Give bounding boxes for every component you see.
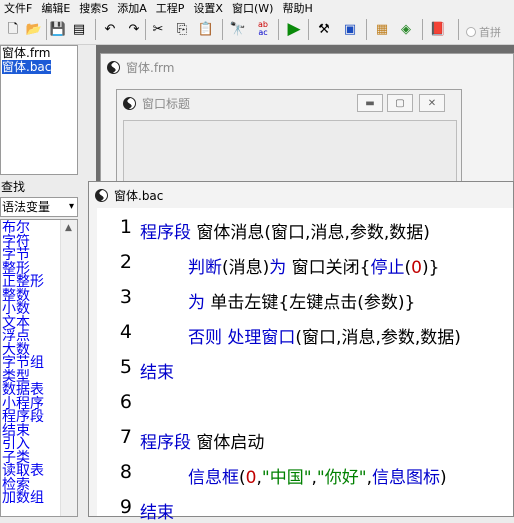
save-icon[interactable]: 💾	[48, 19, 68, 39]
menu-bar: 文件F 编辑E 搜索S 添加A 工程P 设置X 窗口(W) 帮助H	[0, 0, 514, 16]
menu-file[interactable]: 文件F	[0, 0, 37, 16]
file-item-bac[interactable]: 窗体.bac	[1, 60, 77, 74]
close-button[interactable]: ✕	[419, 94, 445, 112]
menu-project[interactable]: 工程P	[152, 0, 190, 16]
code-token: 单击左键{左键点击(参数)}	[205, 293, 416, 313]
code-token: "中国"	[261, 468, 312, 488]
radio-circle-icon	[466, 27, 476, 37]
code-token: )}	[421, 258, 440, 278]
line-number: 5	[119, 356, 132, 378]
menu-add[interactable]: 添加A	[113, 0, 152, 16]
code-window-title: 窗体.bac	[114, 188, 164, 203]
find-icon[interactable]: 🔭	[228, 19, 248, 39]
scroll-up-icon: ▲	[65, 223, 72, 233]
code-line: 信息框(0,"中国","你好",信息图标)	[188, 463, 447, 488]
minimize-button[interactable]: ▬	[357, 94, 383, 112]
file-list: 窗体.frm 窗体.bac	[0, 45, 78, 175]
open-folder-icon[interactable]: 📂	[24, 19, 44, 39]
code-token: 结束	[140, 503, 174, 523]
colors-icon[interactable]: ▦	[372, 19, 392, 39]
code-token: 0	[245, 468, 257, 488]
run-icon[interactable]: ▶	[284, 19, 304, 39]
search-label: 查找	[1, 180, 26, 194]
code-window[interactable]: 窗体.bac 1 程序段 窗体消息(窗口,消息,参数,数据) 2 判断(消息)为 窗口…	[88, 181, 514, 523]
menu-search[interactable]: 搜索S	[75, 0, 113, 16]
cut-icon[interactable]: ✂	[148, 19, 168, 39]
code-token: 否则	[188, 328, 222, 348]
chevron-down-icon: ▾	[68, 201, 74, 212]
code-token: 窗体启动	[191, 433, 265, 453]
redo-icon[interactable]: ↷	[124, 19, 144, 39]
code-token: 处理窗口	[227, 328, 296, 348]
code-token: 程序段	[140, 223, 191, 243]
code-token: 为	[269, 258, 287, 278]
keyword-scrollbar[interactable]: ▲	[60, 220, 77, 516]
yinyang-icon	[95, 188, 108, 202]
inner-window-title: 窗口标题	[142, 96, 191, 111]
package-icon[interactable]: ◈	[396, 19, 416, 39]
yinyang-icon	[123, 96, 136, 110]
form-icon[interactable]: ▣	[340, 19, 360, 39]
save-all-icon[interactable]: ▤	[69, 19, 89, 39]
code-line: 为 单击左键{左键点击(参数)}	[188, 288, 415, 313]
code-token: )	[439, 468, 447, 488]
code-line: 程序段 窗体启动	[140, 428, 264, 453]
file-item-frm[interactable]: 窗体.frm	[1, 46, 77, 60]
keyword-list: 布尔 字符 字节 整形 正整形 整数 小数 文本 浮点 大数 字节组 类型 数据表 小程序 程序段 结束 引入子…	[0, 219, 78, 517]
code-line: 否则 处理窗口(窗口,消息,参数,数据)	[188, 323, 461, 348]
code-token: (消息)	[222, 258, 270, 278]
line-number: 6	[119, 391, 132, 413]
tools-icon[interactable]: ⚒	[314, 19, 334, 39]
line-number: 7	[119, 426, 132, 448]
code-line: 判断(消息)为 窗口关闭{停止(0)}	[188, 253, 439, 278]
line-number: 4	[119, 321, 132, 343]
code-editor[interactable]: 1 程序段 窗体消息(窗口,消息,参数,数据) 2 判断(消息)为 窗口关闭{停止(0…	[97, 208, 513, 523]
menu-help[interactable]: 帮助H	[278, 0, 317, 16]
code-token: "你好"	[316, 468, 367, 488]
menu-window[interactable]: 窗口(W)	[228, 0, 278, 16]
line-number: 1	[119, 216, 132, 238]
code-line: 程序段 窗体消息(窗口,消息,参数,数据)	[140, 218, 430, 243]
copy-icon[interactable]: ⎘	[172, 19, 192, 39]
book-icon[interactable]: 📕	[428, 19, 448, 39]
code-line: 结束	[140, 498, 174, 523]
code-token: 为	[188, 293, 205, 313]
code-token: 结束	[140, 363, 174, 383]
code-token: 程序段	[140, 433, 191, 453]
undo-icon[interactable]: ↶	[100, 19, 120, 39]
code-token: 信息图标	[371, 468, 440, 488]
syntax-select[interactable]: 语法变量 ▾	[0, 197, 78, 217]
yinyang-icon	[107, 60, 120, 74]
line-number: 2	[119, 251, 132, 273]
menu-settings[interactable]: 设置X	[189, 0, 228, 16]
menu-edit[interactable]: 编辑E	[37, 0, 75, 16]
line-number: 3	[119, 286, 132, 308]
code-token: (	[239, 468, 246, 488]
toolbar: 🗋 📂 💾 ▤ ↶ ↷ ✂ ⎘ 📋 🔭 ab ac ▶ ⚒ ▣ ▦ ◈ 📕 首拼	[0, 16, 514, 45]
keyword-item[interactable]: 加数组	[2, 491, 44, 506]
line-number: 9	[119, 496, 132, 518]
line-number: 8	[119, 461, 132, 483]
replace-icon[interactable]: ab ac	[253, 19, 273, 39]
code-token: 窗口关闭{	[286, 258, 371, 278]
paste-icon[interactable]: 📋	[196, 19, 216, 39]
code-token: (窗口,消息,参数,数据)	[295, 328, 461, 348]
pinyin-radio[interactable]: 首拼	[466, 24, 501, 40]
code-token: 0	[411, 258, 422, 278]
mdi-area: 窗体.frm 窗口标题 ▬ ▢ ✕ 窗体.bac 1 程序段 窗体消息(窗口,消息…	[88, 45, 514, 523]
maximize-button[interactable]: ▢	[387, 94, 413, 112]
code-token: 停止	[370, 258, 405, 278]
new-file-icon[interactable]: 🗋	[3, 19, 23, 39]
code-token: 窗体消息(窗口,消息,参数,数据)	[191, 223, 430, 243]
code-token: 信息框	[188, 468, 239, 488]
code-token: 判断	[188, 258, 222, 278]
form-window-title: 窗体.frm	[126, 60, 175, 75]
pinyin-radio-label: 首拼	[479, 26, 501, 39]
code-line: 结束	[140, 358, 174, 383]
